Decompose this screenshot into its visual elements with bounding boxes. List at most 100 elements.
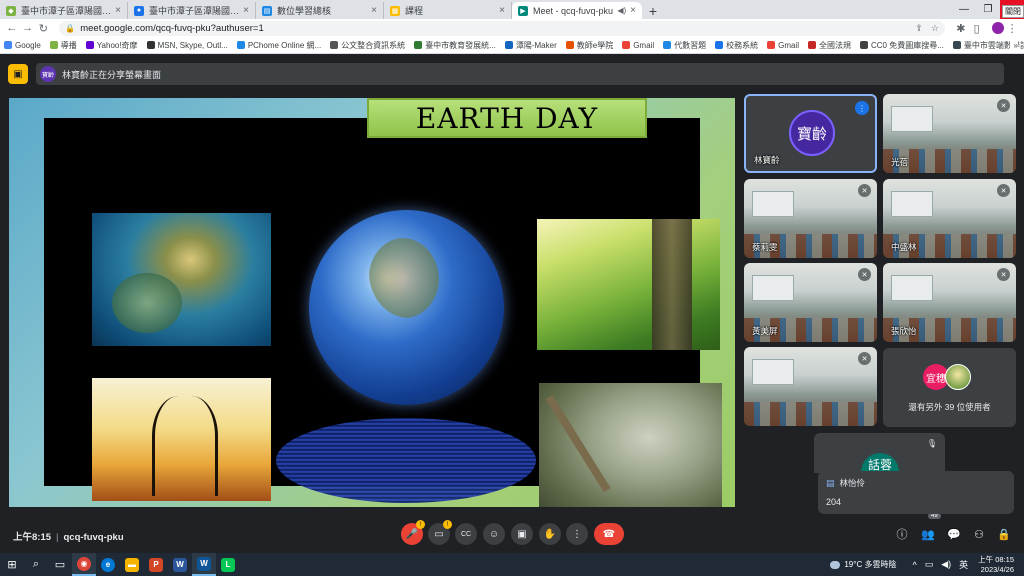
bookmark-item[interactable]: Yahoo!奇摩 (85, 40, 138, 51)
system-clock[interactable]: 上午 08:15 2023/4/26 (978, 555, 1014, 575)
participant-tile[interactable]: ✕ (744, 347, 877, 426)
search-icon[interactable]: ⌕ (24, 553, 48, 576)
raise-hand-button[interactable]: ✋ (539, 523, 561, 545)
minimize-button[interactable]: — (952, 0, 976, 19)
mic-off-icon: ✕ (997, 184, 1010, 197)
start-windows-icon[interactable]: ⊞ (0, 553, 24, 576)
bookmark-item[interactable]: MSN, Skype, Outl... (146, 41, 228, 50)
tab-school-admin[interactable]: ● 臺中市潭子區潭陽國小校務系統 × (128, 2, 256, 19)
new-tab-button[interactable]: + (642, 2, 664, 19)
camera-icon: ▭ (434, 528, 444, 540)
host-controls-icon[interactable]: 🔒 (995, 525, 1013, 543)
tab-audio-icon[interactable]: ◀) (617, 6, 626, 15)
tab-close-icon[interactable]: × (243, 5, 249, 16)
bookmark-favicon-icon (622, 41, 631, 49)
restore-button[interactable]: ❐ (976, 0, 1000, 19)
tab-close-icon[interactable]: × (630, 5, 636, 16)
tab-close-icon[interactable]: × (371, 5, 377, 16)
participant-name: 林寶齡 (754, 155, 780, 165)
meeting-info-icon[interactable]: ⓘ (893, 525, 911, 543)
word-icon[interactable]: W (168, 553, 192, 576)
tab-digital-learning[interactable]: ▤ 數位學習總核 × (256, 2, 384, 19)
stop-present-icon[interactable]: ▣ (8, 64, 28, 84)
bookmark-item[interactable]: 導播 (49, 40, 77, 51)
file-explorer-icon[interactable]: ▬ (120, 553, 144, 576)
bookmark-item[interactable]: Google (4, 41, 41, 50)
people-icon[interactable]: 👥 (919, 525, 937, 543)
chrome-taskbar-icon[interactable]: ◉ (72, 553, 96, 576)
tab-school-site[interactable]: ◆ 臺中市潭子區潭陽國民小學 × (0, 2, 128, 19)
line-app-icon[interactable]: L (216, 553, 240, 576)
bookmark-item[interactable]: 校務系統 (715, 40, 758, 51)
participant-avatar: 話蓉 (861, 453, 899, 473)
bookmark-item[interactable]: 臺中市教育發展統... (414, 40, 496, 51)
others-count-text: 還有另外 39 位使用者 (908, 402, 991, 412)
tab-close-icon[interactable]: × (115, 5, 121, 16)
chat-notification[interactable]: ▤ 林怡伶 204 (818, 471, 1014, 514)
network-icon[interactable]: ▭ (925, 559, 934, 570)
bookmark-star-icon[interactable]: ☆ (931, 23, 939, 34)
address-bar[interactable]: 🔒 meet.google.com/qcq-fuvq-pku?authuser=… (59, 20, 945, 36)
whiteboard-icon[interactable]: W (192, 553, 216, 576)
tab-label: 課程 (405, 6, 424, 16)
other-participants-tile[interactable]: 宜穗 還有另外 39 位使用者 (883, 348, 1016, 427)
participant-tile[interactable]: ✕ 黃美屏 (744, 263, 877, 342)
bookmark-item[interactable]: 全國法規 (807, 40, 851, 51)
url-text[interactable]: meet.google.com/qcq-fuvq-pku?authuser=1 (80, 23, 907, 34)
bookmark-label: 潭陽-Maker (515, 40, 557, 50)
tab-label: 臺中市潭子區潭陽國小校務系統 (149, 6, 240, 16)
forward-arrow-icon[interactable]: → (20, 20, 36, 36)
share-icon[interactable]: ⇪ (915, 23, 923, 34)
powerpoint-icon[interactable]: P (144, 553, 168, 576)
shared-screen: EARTH DAY (9, 98, 735, 507)
more-options-icon[interactable]: ⋮ (855, 101, 869, 115)
chevron-up-icon[interactable]: ^ (912, 560, 916, 570)
navigation-bar: ← → ↻ 🔒 meet.google.com/qcq-fuvq-pku?aut… (0, 19, 1024, 37)
bookmark-item[interactable]: PChome Online 網... (236, 40, 321, 51)
profile-avatar[interactable] (992, 22, 1005, 34)
extensions-icon[interactable]: ✱ (953, 20, 969, 36)
activities-icon[interactable]: ⚇ (970, 525, 988, 543)
bookmark-label: 校務系統 (726, 40, 759, 50)
lock-icon[interactable]: 🔒 (65, 24, 75, 33)
participant-tile[interactable]: ✕ 張欣怡 (883, 263, 1016, 342)
bookmark-item[interactable]: 公文整合資訊系統 (330, 40, 405, 51)
participant-tile[interactable]: 寶齡 ⋮ 林寶齡 (744, 94, 877, 173)
participant-tile[interactable]: ✕ 中盛林 (883, 179, 1016, 258)
bookmarks-overflow-button[interactable]: » (1009, 37, 1018, 53)
more-options-button[interactable]: ⋮ (566, 523, 588, 545)
participant-tile[interactable]: 🎙 話蓉 (814, 433, 945, 473)
volume-icon[interactable]: ◀) (941, 559, 951, 570)
present-button[interactable]: ▣ (511, 523, 533, 545)
tab-close-icon[interactable]: × (499, 5, 505, 16)
task-view-icon[interactable]: ▭ (48, 553, 72, 576)
chat-button-icon[interactable]: 💬 (945, 525, 963, 543)
camera-button[interactable]: ▭ ! (428, 520, 452, 545)
reload-icon[interactable]: ↻ (36, 20, 52, 36)
back-arrow-icon[interactable]: ← (4, 20, 20, 36)
participant-tile[interactable]: ✕ 光蓓 (883, 94, 1016, 173)
emoji-button[interactable]: ☺ (483, 523, 505, 545)
bookmark-item[interactable]: Gmail (767, 41, 799, 50)
tab-meet[interactable]: ▶ Meet - qcq-fuvq-pku ◀) × (512, 2, 642, 19)
mic-button[interactable]: 🎤 ! (401, 520, 425, 545)
browser-menu-icon[interactable]: ⋮ (1004, 20, 1020, 36)
weather-widget[interactable]: 19°C 多雲時陰 (830, 559, 896, 570)
bookmark-item[interactable]: Gmail (622, 41, 654, 50)
meeting-details: 上午8:15 | qcq-fuvq-pku (13, 532, 124, 543)
sidebar-icon[interactable]: ▯ (969, 20, 985, 36)
tab-label: 臺中市潭子區潭陽國民小學 (21, 6, 112, 16)
bookmark-item[interactable]: 代數習題 (663, 40, 706, 51)
bookmark-item[interactable]: 潭陽-Maker (504, 40, 557, 51)
tree-sunset-image (92, 378, 271, 501)
edge-taskbar-icon[interactable]: e (96, 553, 120, 576)
participant-tile[interactable]: ✕ 蔡莉雯 (744, 179, 877, 258)
captions-button[interactable]: CC (455, 523, 477, 545)
tab-course[interactable]: ▦ 課程 × (384, 2, 512, 19)
bookmark-label: Google (15, 40, 41, 50)
bookmark-item[interactable]: 教師e學院 (565, 40, 613, 51)
leave-call-button[interactable]: ☎ (594, 523, 624, 545)
bookmark-label: Gmail (633, 40, 655, 50)
ime-indicator[interactable]: 英 (959, 558, 968, 571)
bookmark-item[interactable]: CC0 免費圖庫搜尋... (859, 40, 944, 51)
